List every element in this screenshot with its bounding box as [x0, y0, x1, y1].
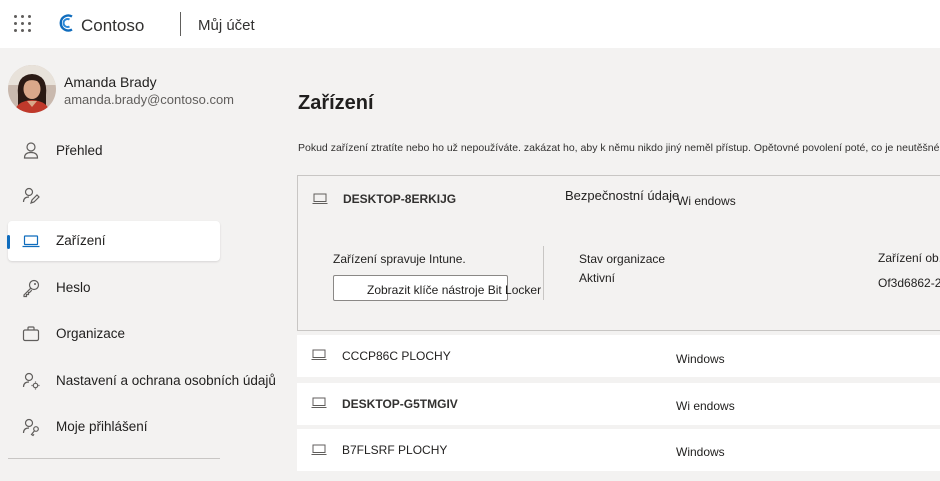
briefcase-icon	[22, 326, 40, 342]
security-info-label: Bezpečnostní údaje	[565, 188, 680, 203]
nav-item-password[interactable]: Heslo	[8, 268, 220, 308]
nav-item-my-sign-ins[interactable]: Moje přihlášení	[8, 407, 220, 447]
app-title: Můj účet	[198, 17, 255, 34]
nav-label: Zařízení	[56, 233, 106, 248]
laptop-icon	[22, 235, 40, 248]
brand-name[interactable]: Contoso	[81, 16, 144, 36]
page-description: Pokud zařízení ztratíte nebo ho už nepou…	[298, 142, 940, 154]
nav-label: Organizace	[56, 326, 126, 341]
person-settings-icon	[22, 372, 40, 390]
device-name: B7FLSRF PLOCHY	[342, 443, 448, 457]
laptop-icon	[312, 193, 328, 204]
active-indicator	[7, 235, 10, 249]
nav-item-overview[interactable]: Přehled	[8, 131, 220, 171]
device-name: DESKTOP-G5TMGIV	[342, 397, 458, 411]
device-row[interactable]: DESKTOP-G5TMGIV Wi endows	[297, 383, 940, 425]
device-os: Wi endows	[676, 399, 735, 413]
button-label: Zobrazit klíče nástroje Bit Locker	[367, 283, 542, 297]
contoso-logo-icon[interactable]	[58, 13, 76, 33]
managed-by-text: Zařízení spravuje Intune.	[333, 252, 466, 266]
nav-item-organizations[interactable]: Organizace	[8, 314, 220, 354]
user-name: Amanda Brady	[64, 74, 157, 90]
sidebar-divider	[8, 458, 220, 459]
org-status-label: Stav organizace	[579, 252, 666, 266]
nav-item-security-info[interactable]	[8, 176, 220, 216]
app-launcher-icon[interactable]	[14, 15, 32, 33]
device-os: Windows	[676, 445, 725, 459]
nav-item-settings-privacy[interactable]: Nastavení a ochrana osobních údajů	[8, 361, 276, 401]
device-card-expanded[interactable]: DESKTOP-8ERKIJG Bezpečnostní údaje Wi en…	[297, 175, 940, 331]
device-id-value: Of3d6862-2	[878, 276, 940, 290]
nav-label: Přehled	[56, 143, 103, 158]
laptop-icon	[311, 444, 327, 455]
device-os: Windows	[676, 352, 725, 366]
sidebar: Amanda Brady amanda.brady@contoso.com Př…	[0, 48, 276, 481]
header-divider	[180, 12, 181, 36]
nav-label: Nastavení a ochrana osobních údajů	[56, 373, 276, 388]
device-name: CCCP86C PLOCHY	[342, 349, 451, 363]
view-bitlocker-keys-button[interactable]: Zobrazit klíče nástroje Bit Locker	[333, 275, 541, 301]
org-status-value: Aktivní	[579, 271, 616, 285]
details-divider	[543, 246, 544, 300]
device-row[interactable]: CCCP86C PLOCHY Windows	[297, 335, 940, 377]
person-icon	[23, 142, 39, 159]
page-title: Zařízení	[298, 92, 374, 114]
device-id-label: Zařízení ob.	[878, 251, 940, 265]
person-key-icon	[22, 418, 39, 437]
nav-item-devices[interactable]: Zařízení	[7, 221, 220, 261]
device-name: DESKTOP-8ERKIJG	[343, 192, 457, 206]
nav-label: Moje přihlášení	[56, 419, 148, 434]
nav-label: Heslo	[56, 280, 91, 295]
person-edit-icon	[22, 187, 40, 204]
top-bar: Contoso Můj účet	[0, 0, 940, 48]
device-os: Wi endows	[677, 194, 736, 208]
laptop-icon	[311, 397, 327, 408]
avatar[interactable]	[8, 65, 56, 113]
device-row[interactable]: B7FLSRF PLOCHY Windows	[297, 429, 940, 471]
laptop-icon	[311, 349, 327, 360]
key-icon	[23, 279, 40, 298]
user-email: amanda.brady@contoso.com	[64, 92, 235, 107]
